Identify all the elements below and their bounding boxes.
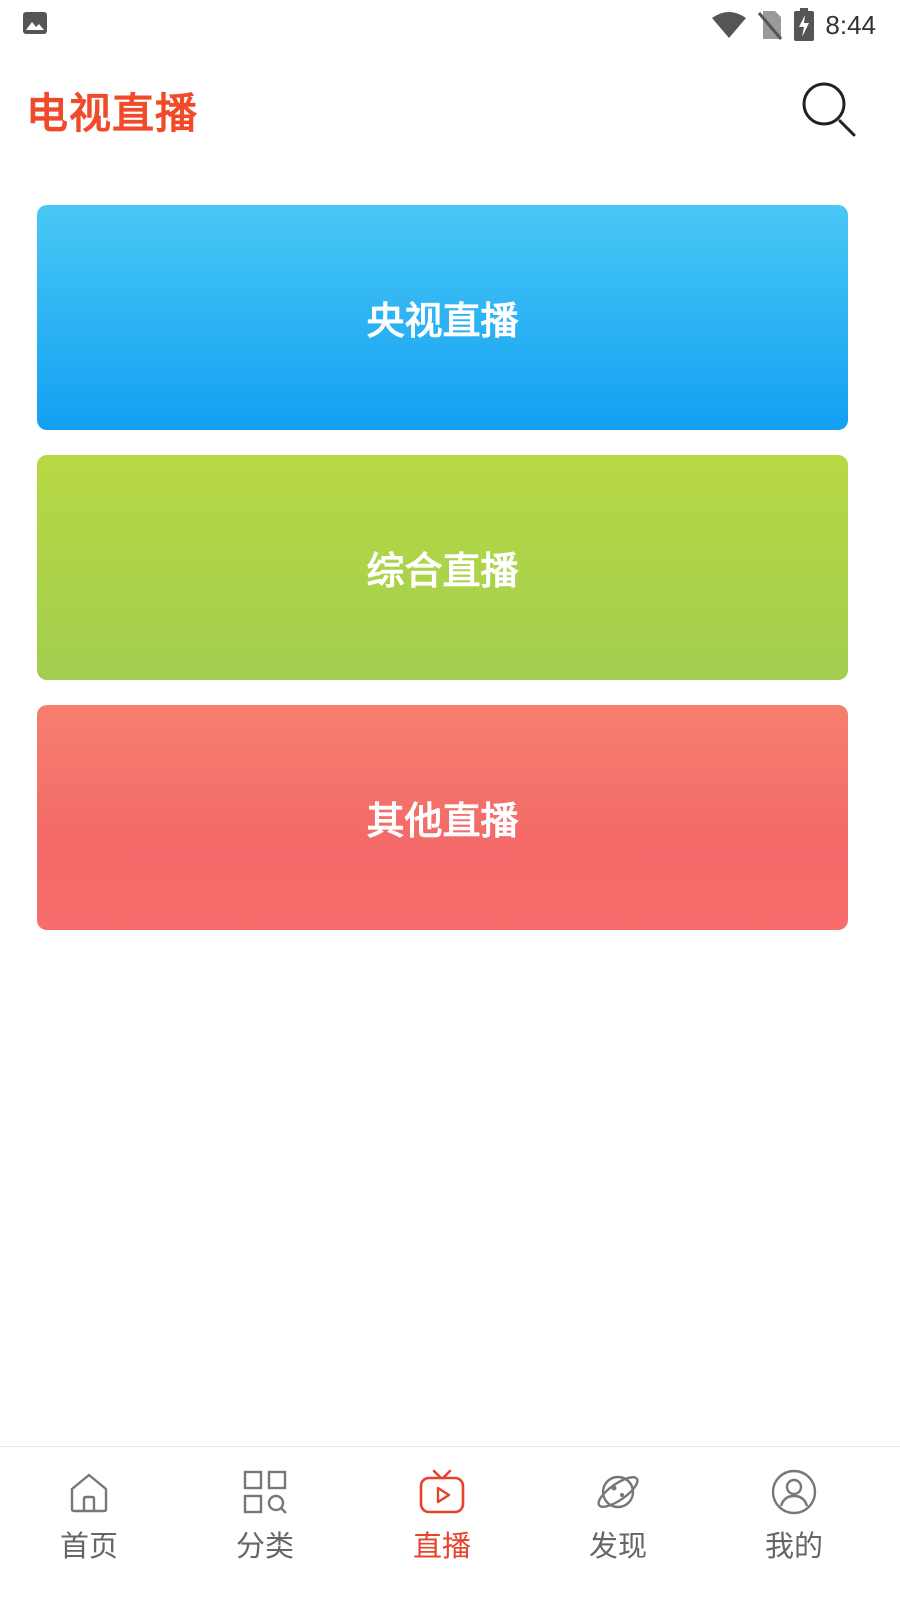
- battery-charging-icon: [794, 8, 815, 41]
- wifi-icon: [712, 12, 747, 38]
- nav-label: 直播: [412, 1529, 471, 1563]
- category-card-general[interactable]: 综合直播: [37, 455, 848, 680]
- status-bar: 8:44: [0, 0, 900, 50]
- category-label: 其他直播: [366, 799, 519, 843]
- app-bar: 电视直播: [0, 70, 900, 170]
- nav-label: 分类: [235, 1529, 294, 1563]
- user-icon: [771, 1469, 817, 1515]
- image-icon: [23, 12, 47, 34]
- tv-icon: [419, 1469, 465, 1514]
- search-icon[interactable]: [796, 76, 864, 144]
- bottom-nav: 首页 分类 直播 发现 我的: [0, 1446, 900, 1601]
- home-icon: [70, 1473, 108, 1513]
- nav-label: 首页: [59, 1529, 118, 1563]
- category-card-other[interactable]: 其他直播: [37, 705, 848, 930]
- category-card-cctv[interactable]: 央视直播: [37, 205, 848, 430]
- nav-label: 我的: [764, 1529, 823, 1563]
- category-icon: [243, 1470, 287, 1514]
- nav-item-home[interactable]: 首页: [29, 1447, 149, 1601]
- nav-label: 发现: [588, 1529, 647, 1563]
- nav-item-mine[interactable]: 我的: [734, 1447, 854, 1601]
- nav-item-category[interactable]: 分类: [205, 1447, 325, 1601]
- nav-item-live[interactable]: 直播: [382, 1447, 502, 1601]
- no-sim-icon: [758, 11, 783, 40]
- app-title: 电视直播: [26, 89, 199, 138]
- status-time: 8:44: [825, 9, 876, 40]
- planet-icon: [597, 1475, 639, 1509]
- category-list: 央视直播 综合直播 其他直播: [37, 205, 848, 955]
- category-label: 综合直播: [366, 549, 519, 593]
- nav-item-discover[interactable]: 发现: [558, 1447, 678, 1601]
- category-label: 央视直播: [366, 299, 519, 343]
